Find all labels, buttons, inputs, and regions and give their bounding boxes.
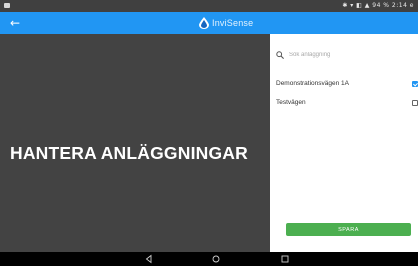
home-icon[interactable]	[211, 254, 221, 264]
back-icon[interactable]	[144, 254, 154, 264]
status-indicators: ✱ ▾ ◧ ▲ 94 % 2:14 e	[342, 2, 414, 9]
status-bar: ✱ ▾ ◧ ▲ 94 % 2:14 e	[0, 0, 418, 12]
system-nav-bar	[0, 252, 418, 266]
app-logo: InviSense	[199, 17, 253, 29]
search-icon	[276, 51, 284, 59]
logo-text: InviSense	[212, 18, 254, 28]
save-button[interactable]: SPARA	[286, 223, 411, 236]
checkbox[interactable]	[412, 81, 418, 87]
list-item[interactable]: Testvägen	[276, 97, 418, 109]
checkbox[interactable]	[412, 100, 418, 106]
search-input[interactable]	[289, 49, 399, 61]
list-item-label: Testvägen	[276, 99, 306, 106]
list-item-label: Demonstrationsvägen 1A	[276, 80, 349, 87]
app-bar: ← InviSense	[0, 12, 418, 34]
water-drop-icon	[199, 17, 209, 29]
back-arrow-icon[interactable]: ←	[10, 15, 20, 31]
facility-panel: Demonstrationsvägen 1A Testvägen SPARA	[270, 34, 418, 252]
left-panel: HANTERA ANLÄGGNINGAR	[0, 34, 270, 252]
notification-icon	[4, 3, 10, 8]
page-title: HANTERA ANLÄGGNINGAR	[10, 143, 248, 163]
recents-icon[interactable]	[280, 254, 290, 264]
search-row	[276, 49, 416, 61]
list-item[interactable]: Demonstrationsvägen 1A	[276, 78, 418, 90]
